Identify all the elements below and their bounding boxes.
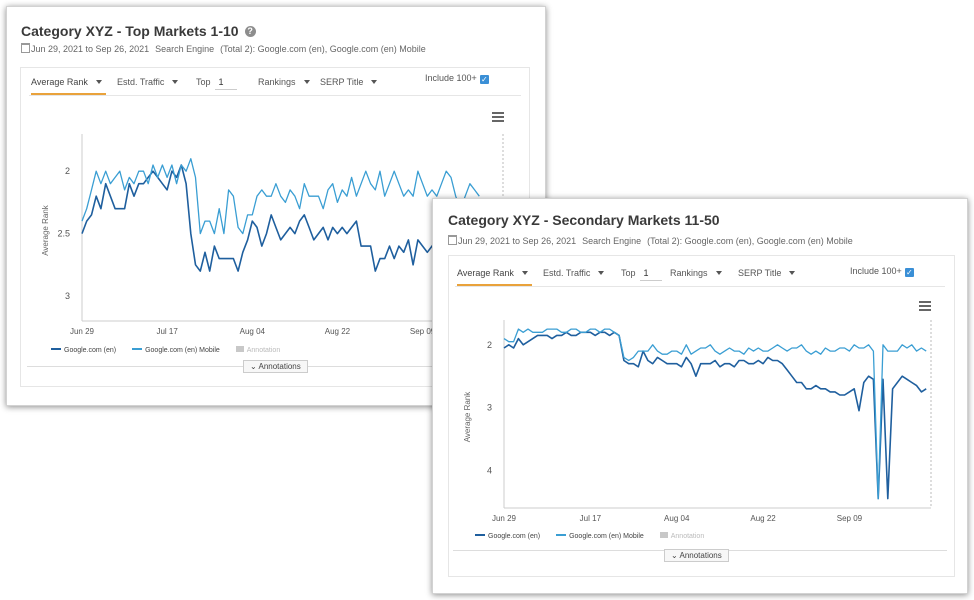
x-tick-label: Aug 04: [664, 514, 690, 523]
series-line-desktop: [503, 331, 927, 500]
x-tick-label: Jun 29: [492, 514, 517, 523]
x-tick-label: Aug 22: [750, 514, 776, 523]
x-tick-label: Aug 22: [325, 327, 351, 336]
chart-panel-secondary-markets: Category XYZ - Secondary Markets 11-50 J…: [432, 198, 968, 594]
question-circle-icon[interactable]: ?: [244, 26, 256, 37]
legend-item-mobile[interactable]: Google.com (en) Mobile: [132, 347, 220, 354]
panel-title: Category XYZ - Secondary Markets 11-50: [448, 212, 720, 228]
x-tick-label: Aug 04: [240, 327, 266, 336]
x-tick-label: Jun 29: [70, 327, 95, 336]
legend-item-annotation[interactable]: Annotation: [235, 346, 280, 354]
series-line-desktop: [81, 164, 452, 272]
series-line-mobile: [81, 158, 480, 235]
annotations-toggle-button[interactable]: ⌄ Annotations: [664, 549, 729, 562]
y-axis-title: Average Rank: [463, 391, 472, 443]
calendar-icon: [21, 43, 30, 53]
annotations-toggle-button[interactable]: ⌄ Annotations: [243, 360, 308, 373]
legend-item-desktop[interactable]: Google.com (en): [475, 533, 540, 540]
date-range-subtitle: Jun 29, 2021 to Sep 26, 2021 Search Engin…: [21, 43, 426, 54]
chart-legend: Google.com (en) Google.com (en) Mobile A…: [51, 346, 294, 354]
x-tick-label: Jul 17: [580, 514, 602, 523]
y-tick-label: 4: [487, 465, 492, 475]
legend-item-annotation[interactable]: Annotation: [659, 532, 704, 540]
series-line-mobile: [503, 328, 927, 500]
line-chart: 2 3 4 Average Rank Jun 29 Jul 17 Aug 04 Aug 22 S…: [463, 320, 932, 523]
y-axis-title: Average Rank: [41, 204, 50, 256]
date-range-subtitle: Jun 29, 2021 to Sep 26, 2021 Search Engin…: [448, 235, 853, 246]
chart-container: Average Rank Estd. Traffic Top 1 Rankings…: [448, 255, 955, 577]
y-tick-label: 3: [65, 291, 70, 301]
chart-legend: Google.com (en) Google.com (en) Mobile A…: [475, 532, 718, 540]
x-tick-label: Jul 17: [156, 327, 178, 336]
legend-item-desktop[interactable]: Google.com (en): [51, 347, 116, 354]
legend-item-mobile[interactable]: Google.com (en) Mobile: [556, 533, 644, 540]
y-tick-label: 3: [487, 403, 492, 413]
x-tick-label: Sep 09: [837, 514, 863, 523]
calendar-icon: [448, 235, 457, 245]
y-tick-label: 2.5: [57, 229, 70, 239]
y-tick-label: 2: [487, 340, 492, 350]
y-tick-label: 2: [65, 166, 70, 176]
panel-title: Category XYZ - Top Markets 1-10?: [21, 23, 256, 39]
